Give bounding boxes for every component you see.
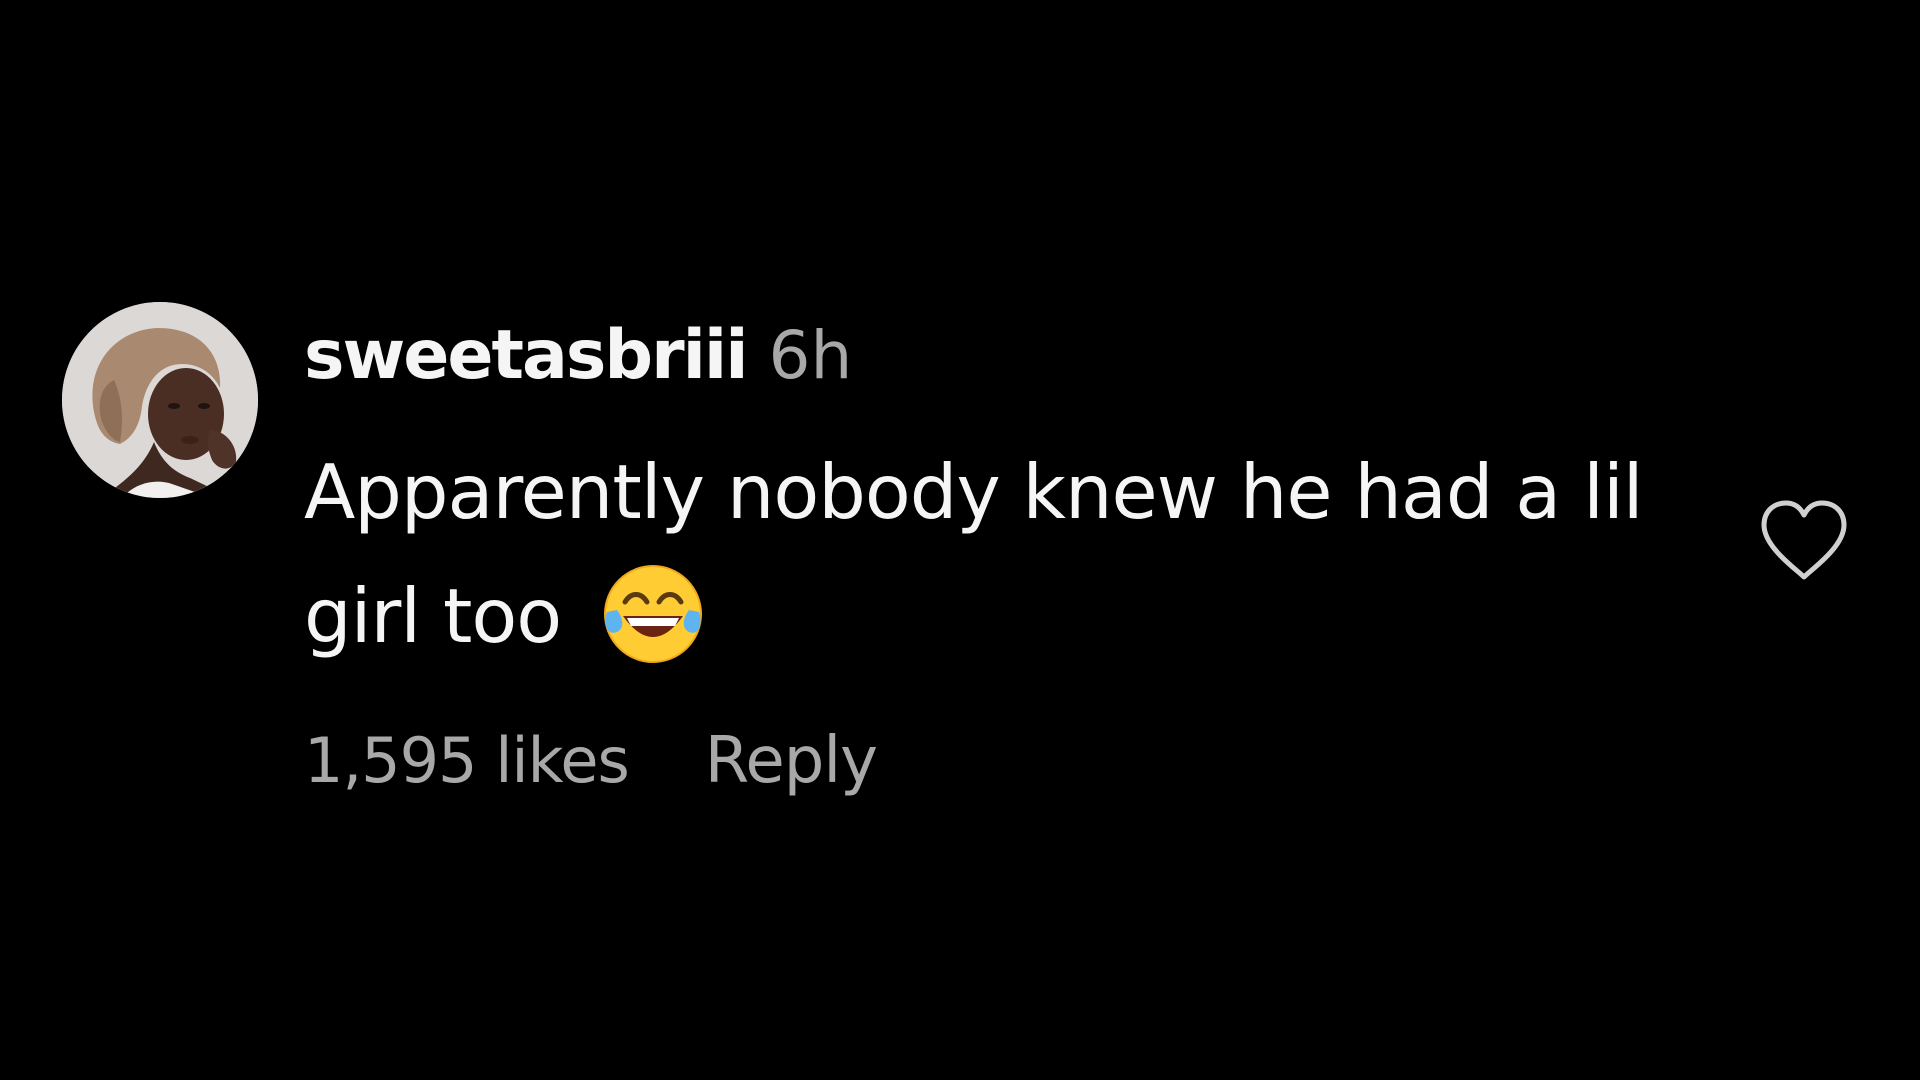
avatar[interactable] (62, 302, 258, 498)
comment-header: sweetasbriii 6h (304, 316, 852, 406)
comment-text-content: Apparently nobody knew he had a lil girl… (304, 448, 1644, 660)
comment-footer: 1,595 likes Reply (304, 724, 878, 798)
username[interactable]: sweetasbriii (304, 316, 749, 395)
reply-button[interactable]: Reply (705, 724, 878, 798)
comment: sweetasbriii 6h Apparently nobody knew h… (0, 0, 1920, 1080)
likes-count[interactable]: 1,595 likes (304, 724, 630, 797)
face-with-tears-of-joy-icon (601, 562, 705, 666)
timestamp: 6h (768, 317, 853, 394)
comment-text: Apparently nobody knew he had a lil girl… (304, 430, 1724, 678)
heart-icon[interactable] (1756, 495, 1852, 585)
